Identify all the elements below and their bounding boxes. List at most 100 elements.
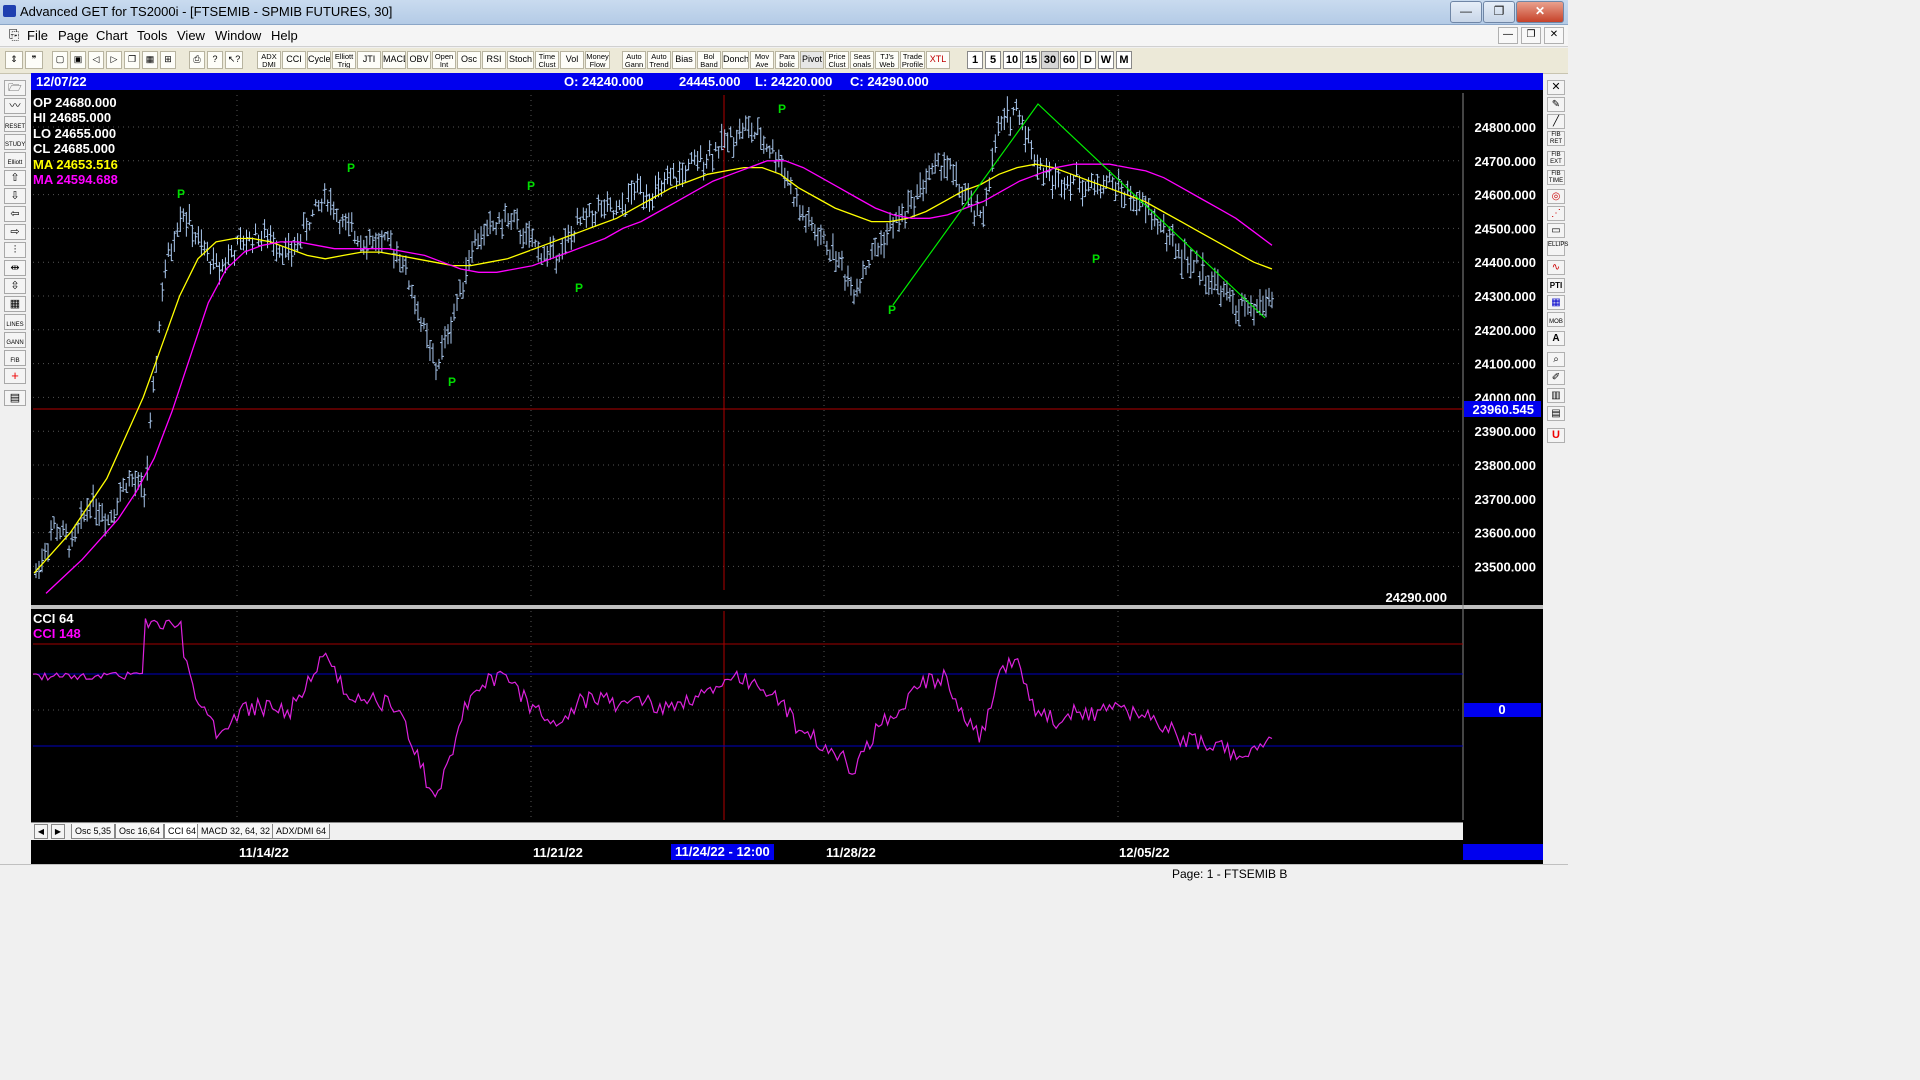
- price-bar: [981, 206, 986, 228]
- tab-scroll-right[interactable]: ▶: [51, 824, 65, 839]
- price-bar: [530, 228, 535, 248]
- price-bar: [551, 235, 556, 259]
- price-bar: [470, 241, 475, 263]
- price-bar: [848, 276, 853, 296]
- price-bar: [316, 200, 321, 212]
- price-bar: [403, 255, 408, 275]
- price-bar: [749, 122, 754, 143]
- price-bar: [310, 209, 315, 217]
- chart-header-bar: 12/07/22 O: 24240.000 24445.000 L: 24220…: [31, 73, 1543, 90]
- price-bar: [1086, 177, 1091, 192]
- price-bar: [864, 266, 869, 276]
- price-bar: [963, 182, 968, 201]
- tab-osc-16-64[interactable]: Osc 16,64: [115, 824, 165, 839]
- price-bar: [632, 182, 637, 201]
- price-bar: [458, 279, 463, 297]
- price-bar: [476, 233, 481, 250]
- price-bar: [575, 207, 580, 225]
- price-bar: [322, 183, 327, 204]
- price-bar: [833, 251, 838, 272]
- price-axis-label: 24200.000: [1475, 323, 1536, 338]
- price-bar: [897, 206, 902, 232]
- price-bar: [1179, 249, 1184, 279]
- price-bar: [61, 520, 66, 536]
- price-bar: [250, 237, 255, 254]
- price-bar: [364, 235, 369, 260]
- price-bar: [142, 488, 147, 508]
- price-bar: [391, 250, 396, 269]
- price-bar: [960, 186, 965, 206]
- price-bar: [836, 252, 841, 269]
- price-bar: [388, 230, 393, 249]
- price-bar: [151, 376, 156, 393]
- price-bar: [803, 214, 808, 233]
- price-bar: [548, 236, 553, 260]
- price-bar: [172, 231, 177, 252]
- price-bar: [518, 229, 523, 245]
- price-bar: [433, 362, 438, 381]
- price-bar: [584, 208, 589, 228]
- price-bar: [67, 545, 72, 558]
- price-bar: [671, 162, 676, 179]
- time-label-1114: 11/14/22: [239, 845, 289, 860]
- status-text: Page: 1 - FTSEMIB B: [1172, 867, 1288, 881]
- price-bar: [927, 165, 932, 181]
- price-bar: [1209, 271, 1214, 295]
- price-axis-label: 23500.000: [1475, 559, 1536, 574]
- tab-macd[interactable]: MACD 32, 64, 32: [197, 824, 275, 839]
- price-axis-label: 24500.000: [1475, 221, 1536, 236]
- pivot-marker: P: [575, 281, 583, 295]
- price-bar: [791, 196, 796, 207]
- price-bar: [1038, 157, 1043, 171]
- price-bar: [449, 316, 454, 344]
- price-bar: [1263, 289, 1268, 318]
- tab-osc-5-35[interactable]: Osc 5,35: [71, 824, 116, 839]
- tab-cci-64[interactable]: CCI 64: [164, 824, 201, 839]
- cursor-price-label: 23960.545: [1473, 402, 1534, 417]
- price-bar: [157, 321, 162, 333]
- price-bar: [427, 339, 432, 361]
- chart-canvas[interactable]: 24800.000 24700.000 24600.000 24500.000 2440…: [0, 0, 1568, 882]
- price-bar: [1026, 127, 1031, 144]
- price-bar: [1068, 173, 1073, 201]
- price-axis-label: 23600.000: [1475, 526, 1536, 541]
- price-bar: [710, 153, 715, 172]
- price-bar: [993, 134, 998, 153]
- price-bar: [924, 168, 929, 194]
- price-bar: [545, 245, 550, 267]
- price-bar: [512, 209, 517, 223]
- price-bar: [593, 210, 598, 227]
- tab-scroll-left[interactable]: ◀: [34, 824, 48, 839]
- price-bar: [497, 212, 502, 224]
- price-bar: [797, 204, 802, 221]
- price-bar: [668, 167, 673, 186]
- header-date: 12/07/22: [36, 74, 87, 89]
- price-bar: [861, 260, 866, 280]
- price-bar: [160, 282, 165, 302]
- price-bar: [1002, 107, 1007, 131]
- header-low: L: 24220.000: [755, 74, 833, 89]
- price-axis-label: 24400.000: [1475, 255, 1536, 270]
- price-bar: [560, 238, 565, 260]
- price-bar: [1260, 295, 1265, 316]
- price-bar: [1155, 218, 1160, 235]
- price-bar: [127, 469, 132, 487]
- price-bar: [957, 183, 962, 198]
- price-bar: [349, 212, 354, 233]
- time-label-1121: 11/21/22: [533, 845, 583, 860]
- price-bar: [1185, 256, 1190, 274]
- price-bar: [226, 244, 231, 266]
- price-bar: [148, 412, 153, 429]
- tab-adx-dmi[interactable]: ADX/DMI 64: [272, 824, 331, 839]
- price-bar: [951, 163, 956, 186]
- price-bar: [662, 172, 667, 193]
- price-bar: [590, 210, 595, 228]
- price-bar: [1200, 252, 1205, 281]
- price-bar: [698, 145, 703, 163]
- price-bar: [827, 249, 832, 262]
- price-bar: [758, 127, 763, 151]
- price-bar: [1176, 243, 1181, 259]
- panel-separator[interactable]: [31, 605, 1543, 609]
- price-bar: [704, 154, 709, 169]
- price-bar: [599, 200, 604, 218]
